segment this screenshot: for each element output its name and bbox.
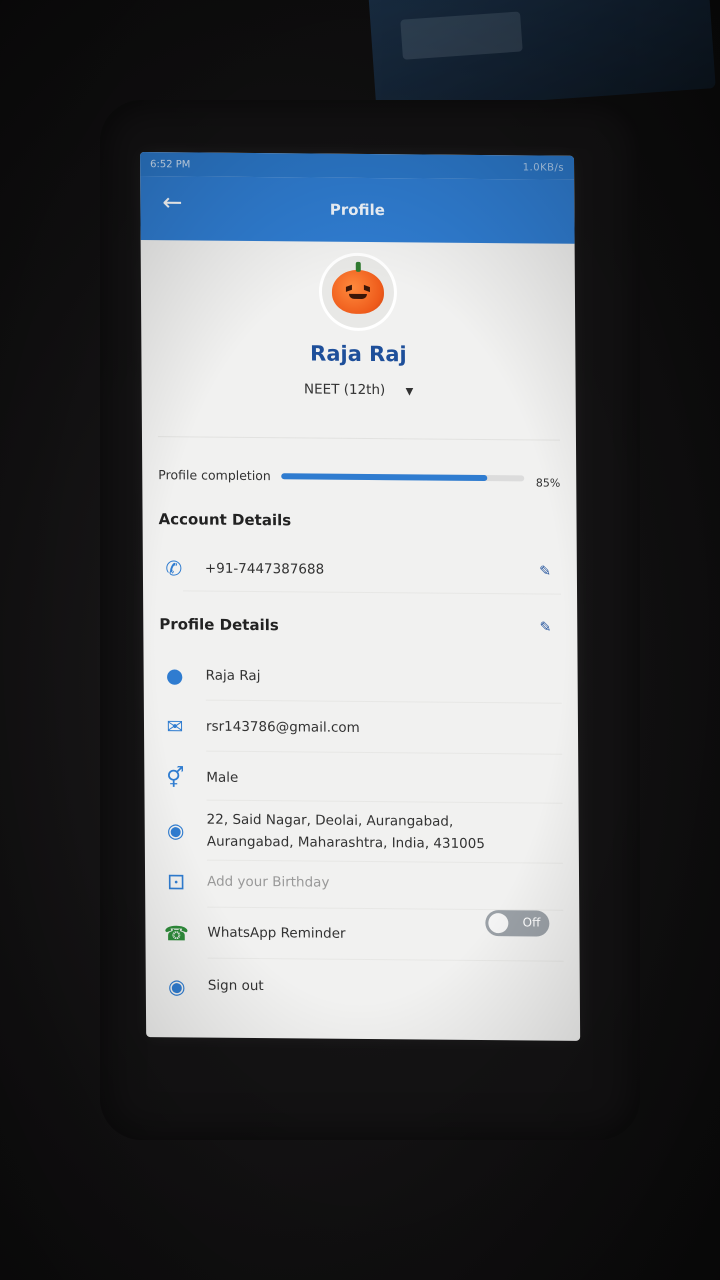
divider [206,859,563,864]
completion-percent: 85% [535,476,561,490]
profile-details-heading: Profile Details ✎ [143,615,577,637]
avatar[interactable] [321,255,395,329]
detail-gender: Male [206,769,239,786]
edit-phone-icon[interactable]: ✎ [539,563,551,579]
completion-progress-bar [280,472,524,481]
address-row: ◉ 22, Said Nagar, Deolai, Aurangabad, Au… [145,808,579,856]
birthday-cake-icon: ⚀ [167,869,185,894]
profile-name: Raja Raj [310,341,407,367]
page-title: Profile [329,200,386,220]
birthday-placeholder: Add your Birthday [207,873,330,892]
profile-details-title: Profile Details [159,615,279,635]
whatsapp-icon: ☎ [163,920,189,945]
divider [205,699,562,704]
account-details-title: Account Details [158,510,292,530]
gender-row: ⚥ Male [144,765,578,793]
arrow-left-icon[interactable]: ← [162,188,182,216]
phone-screen: 6:52 PM 1.0KB/s ← Profile Raja Raj NEET … [140,152,581,1041]
detail-name: Raja Raj [205,667,261,684]
name-row: ● Raja Raj [144,663,578,691]
detail-address: 22, Said Nagar, Deolai, Aurangabad, Aura… [206,811,485,853]
toggle-knob [488,912,509,933]
whatsapp-reminder-toggle[interactable]: Off [485,909,550,937]
whatsapp-row: ☎ WhatsApp Reminder Off [145,909,579,949]
account-details-heading: Account Details [142,510,576,532]
divider [206,799,563,804]
email-icon: ✉ [166,714,184,739]
status-time: 6:52 PM [150,158,191,170]
edit-profile-icon[interactable]: ✎ [539,619,551,635]
exam-selected-value: NEET (12th) [303,381,386,399]
divider [207,957,564,962]
profile-completion: Profile completion 85% [142,463,576,490]
divider [206,750,563,755]
whatsapp-label: WhatsApp Reminder [207,924,346,943]
birthday-row[interactable]: ⚀ Add your Birthday [145,870,579,898]
detail-email: rsr143786@gmail.com [205,718,360,736]
toggle-state: Off [522,914,541,930]
exam-dropdown[interactable]: NEET (12th) ▼ [142,380,576,400]
person-icon: ● [165,663,184,688]
sign-out-icon: ◉ [168,973,186,998]
divider [157,436,560,441]
phone-number: +91-7447387688 [204,560,325,578]
status-network: 1.0KB/s [522,161,565,174]
caret-down-icon: ▼ [405,386,414,398]
app-bar: ← Profile [140,176,575,244]
sign-out-label: Sign out [207,978,264,995]
phone-icon: ✆ [165,556,183,581]
phone-row[interactable]: ✆ +91-7447387688 ✎ [143,556,577,584]
gender-icon: ⚥ [166,765,185,790]
completion-progress-fill [280,472,488,481]
location-pin-icon: ◉ [166,818,185,843]
sign-out-row[interactable]: ◉ Sign out [146,974,580,1002]
background-device [368,0,716,112]
email-row: ✉ rsr143786@gmail.com [144,714,578,742]
divider [183,590,562,595]
completion-label: Profile completion [158,467,271,484]
pumpkin-avatar-icon [331,269,385,315]
